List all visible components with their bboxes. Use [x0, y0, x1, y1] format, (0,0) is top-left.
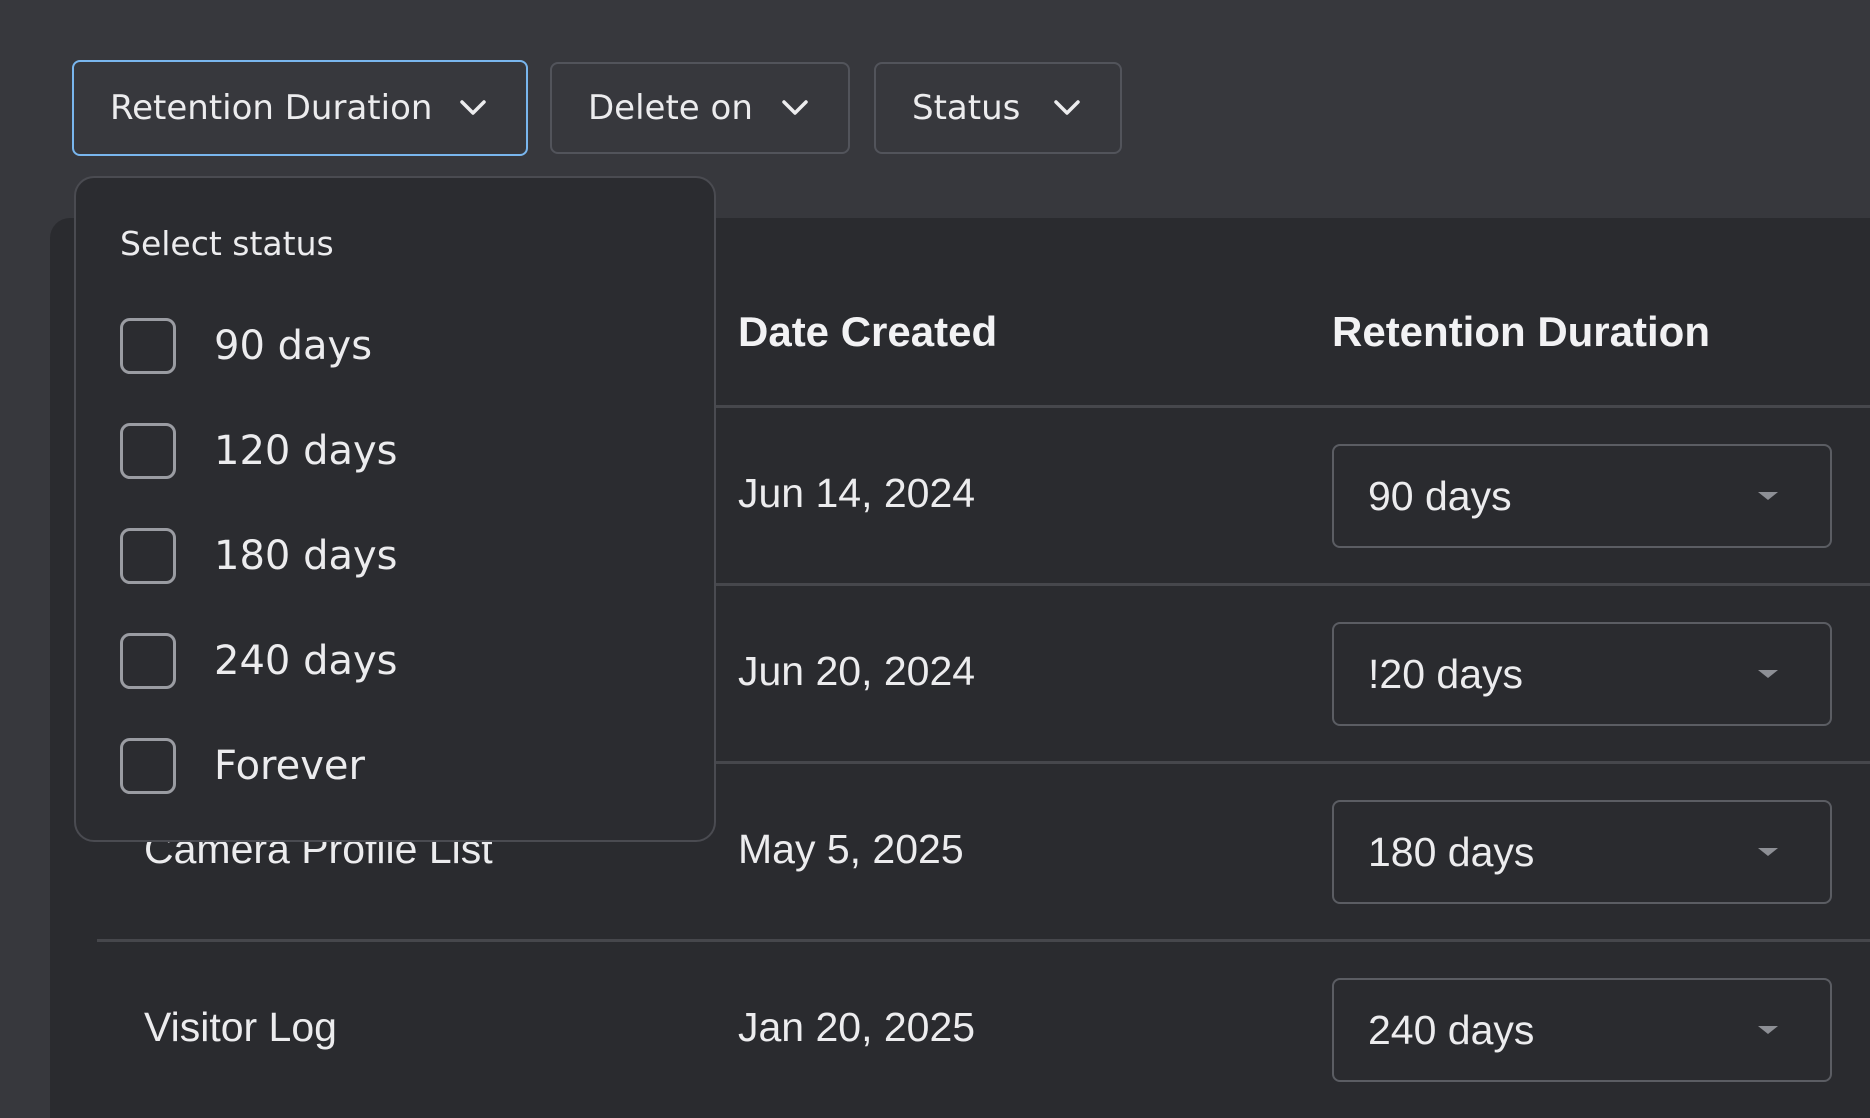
dropdown-title: Select status: [120, 224, 334, 263]
table-row-3-date: May 5, 2025: [738, 826, 964, 872]
table-row-1-retention-value: 90 days: [1368, 472, 1512, 519]
caret-down-icon: [1758, 1026, 1778, 1034]
table-row-3-retention-value: 180 days: [1368, 828, 1535, 875]
chevron-down-icon: [1050, 91, 1084, 125]
column-header-retention-duration[interactable]: Retention Duration: [1332, 308, 1710, 356]
dropdown-option-120-days[interactable]: 120 days: [120, 421, 397, 481]
table-row-4-name: Visitor Log: [144, 1004, 337, 1050]
status-filter[interactable]: Status: [874, 62, 1122, 154]
chevron-down-icon: [778, 91, 812, 125]
table-row-4-date: Jan 20, 2025: [738, 1004, 976, 1050]
retention-duration-filter-label: Retention Duration: [110, 88, 433, 128]
row-divider: [97, 939, 1870, 942]
checkbox[interactable]: [120, 318, 176, 374]
table-row-4-retention-value: 240 days: [1368, 1006, 1535, 1053]
caret-down-icon: [1758, 848, 1778, 856]
column-header-date-created[interactable]: Date Created: [738, 308, 997, 356]
dropdown-option-label: 180 days: [214, 533, 398, 579]
dropdown-option-240-days[interactable]: 240 days: [120, 631, 397, 691]
checkbox[interactable]: [120, 528, 176, 584]
table-row-3-retention-select[interactable]: 180 days: [1332, 800, 1832, 904]
dropdown-option-90-days[interactable]: 90 days: [120, 316, 372, 376]
chevron-down-icon: [456, 91, 490, 125]
checkbox[interactable]: [120, 738, 176, 794]
caret-down-icon: [1758, 670, 1778, 678]
table-row-2-retention-value: !20 days: [1368, 650, 1523, 697]
table-row-2-date: Jun 20, 2024: [738, 648, 976, 694]
dropdown-option-label: Forever: [214, 743, 365, 789]
table-row-1-date: Jun 14, 2024: [738, 470, 976, 516]
delete-on-filter-label: Delete on: [588, 88, 753, 128]
table-row-4-retention-select[interactable]: 240 days: [1332, 978, 1832, 1082]
caret-down-icon: [1758, 492, 1778, 500]
checkbox[interactable]: [120, 423, 176, 479]
checkbox[interactable]: [120, 633, 176, 689]
dropdown-option-forever[interactable]: Forever: [120, 736, 365, 796]
table-row-1-retention-select[interactable]: 90 days: [1332, 444, 1832, 548]
dropdown-option-label: 120 days: [214, 428, 398, 474]
status-filter-label: Status: [912, 88, 1021, 128]
table-row-2-retention-select[interactable]: !20 days: [1332, 622, 1832, 726]
delete-on-filter[interactable]: Delete on: [550, 62, 850, 154]
dropdown-option-label: 90 days: [214, 323, 373, 369]
dropdown-option-180-days[interactable]: 180 days: [120, 526, 397, 586]
dropdown-option-label: 240 days: [214, 638, 398, 684]
retention-duration-filter[interactable]: Retention Duration: [72, 60, 528, 156]
